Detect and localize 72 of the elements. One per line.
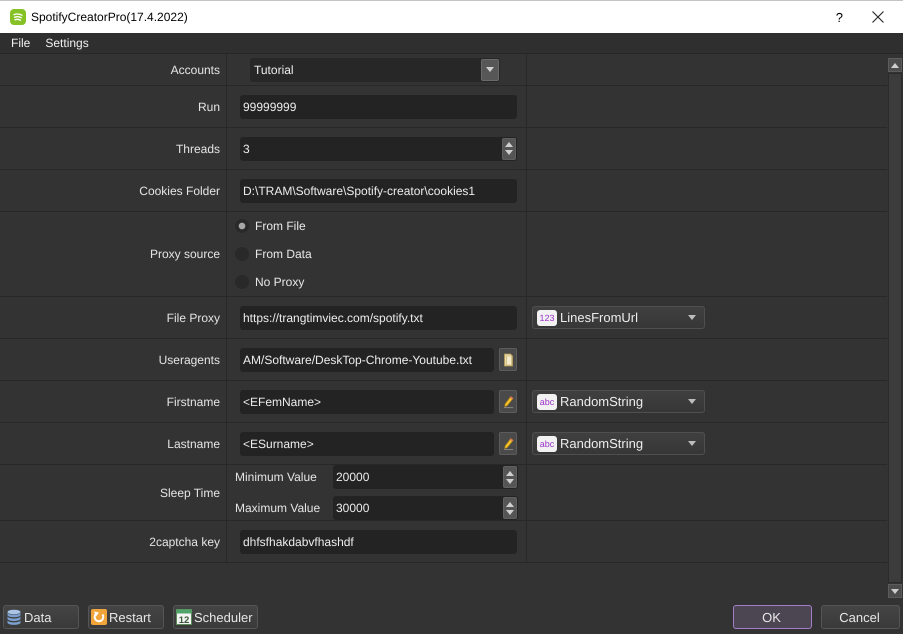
spin-buttons[interactable] [502,138,516,160]
window-title: SpotifyCreatorPro(17.4.2022) [31,10,188,24]
type-badge: abc [537,436,557,452]
menu-item[interactable]: Settings [40,34,94,52]
down-arrow-icon [506,478,514,484]
type-badge: 123 [537,310,557,326]
dialog-button[interactable]: Cancel [821,605,900,629]
up-arrow-icon [506,470,514,476]
scheduler-button[interactable]: 12 Scheduler [173,605,258,629]
text-field[interactable]: https://trangtimviec.com/spotify.txt [240,306,517,330]
close-icon [872,11,884,23]
edit-button[interactable] [499,390,517,413]
up-arrow-icon [506,502,514,506]
text-field[interactable]: dhfsfhakdabvfhashdf [240,530,517,554]
text-field[interactable]: D:\TRAM\Software\Spotify-creator\cookies1 [240,178,517,202]
type-dropdown[interactable]: 123 LinesFromUrl [532,306,705,329]
field-label: Sleep Time [160,486,220,500]
caret-icon [688,315,696,320]
up-arrow-icon [891,62,899,68]
field-label: Run [198,100,220,114]
text-field[interactable]: 99999999 [240,94,517,118]
field-label: Accounts [170,62,220,76]
dialog-button[interactable]: OK [733,605,812,629]
app-icon [10,9,26,25]
radio-button[interactable]: No Proxy [235,268,304,296]
radio-button[interactable]: From File [235,212,306,240]
browse-button[interactable] [499,348,517,371]
database-icon [6,609,22,625]
caret-icon [486,67,494,72]
spin-buttons[interactable] [503,497,517,519]
folder-icon [502,352,514,366]
text-field[interactable]: <ESurname> [240,432,494,456]
scroll-down-button[interactable] [888,584,902,598]
edit-button[interactable] [499,432,517,455]
pencil-icon [502,394,514,408]
menu-item[interactable]: File [6,34,36,52]
number-field[interactable]: 30000 [333,496,518,520]
up-arrow-icon [505,142,513,147]
field-label: Cookies Folder [139,184,220,198]
scrollbar-thumb[interactable] [888,73,902,583]
field-label: 2captcha key [149,534,220,548]
number-field[interactable]: 20000 [333,465,518,489]
scroll-up-button[interactable] [888,58,902,72]
type-badge: abc [537,394,557,410]
spin-buttons[interactable] [503,466,517,488]
refresh-icon [91,609,107,625]
field-label: Useragents [158,352,220,366]
field-label: Proxy source [150,247,220,261]
field-label: Threads [176,142,220,156]
down-arrow-icon [505,150,513,155]
help-button[interactable]: ? [832,10,846,24]
down-arrow-icon [506,510,514,514]
account-dropdown[interactable]: Tutorial [250,58,500,82]
field-label: Minimum Value [235,470,317,484]
pencil-icon [502,436,514,450]
text-field[interactable]: <EFemName> [240,390,494,414]
caret-icon [688,399,696,404]
field-label: Lastname [167,436,220,450]
restart-button[interactable]: Restart [88,605,164,629]
field-label: Maximum Value [235,501,320,515]
field-label: File Proxy [166,310,220,324]
type-dropdown[interactable]: abc RandomString [532,432,705,455]
dropdown-button[interactable] [481,58,499,80]
down-arrow-icon [891,588,899,594]
text-field[interactable]: AM/Software/DeskTop-Chrome-Youtube.txt [240,348,494,372]
number-field[interactable]: 3 [240,136,517,160]
type-dropdown[interactable]: abc RandomString [532,390,705,413]
caret-icon [688,441,696,446]
data-button[interactable]: Data [3,605,79,629]
field-label: Firstname [166,394,220,408]
calendar-icon: 12 [176,609,192,625]
radio-button[interactable]: From Data [235,240,312,268]
